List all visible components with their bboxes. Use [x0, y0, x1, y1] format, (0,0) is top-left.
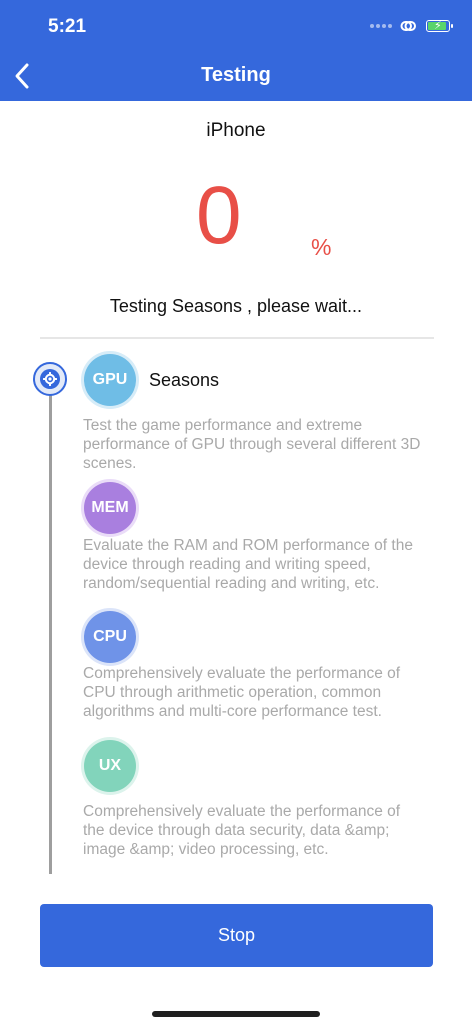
ux-badge: UX: [84, 740, 136, 792]
stop-button-label: Stop: [217, 925, 256, 945]
page-title: Testing: [201, 64, 271, 86]
gpu-badge-label: GPU: [92, 371, 128, 388]
home-indicator: [152, 1011, 320, 1017]
gpu-test-name: Seasons: [149, 370, 220, 390]
device-name: iPhone: [206, 120, 266, 141]
divider: [40, 337, 434, 339]
cpu-test-description: Comprehensively evaluate the performance…: [83, 665, 401, 721]
gpu-badge: GPU: [84, 354, 136, 406]
mem-badge: MEM: [84, 482, 136, 534]
app-header: 5:21 ⚡ Testing: [0, 0, 472, 101]
stop-button[interactable]: Stop: [40, 904, 433, 967]
current-step-marker: [33, 362, 67, 396]
progress-unit: %: [311, 234, 332, 260]
status-icons: ⚡: [370, 17, 453, 35]
ux-test-description: Comprehensively evaluate the performance…: [83, 803, 401, 859]
cpu-badge: CPU: [84, 611, 136, 663]
signal-icon: [370, 24, 392, 28]
link-icon: [400, 21, 416, 31]
mem-test-description: Evaluate the RAM and ROM performance of …: [83, 537, 413, 593]
ux-badge-label: UX: [98, 757, 122, 774]
cpu-badge-label: CPU: [93, 628, 127, 645]
gear-icon: [43, 372, 57, 386]
progress-value: 0: [196, 170, 242, 261]
testing-status-text: Testing Seasons , please wait...: [109, 296, 363, 316]
timeline-line: [49, 390, 52, 874]
status-time: 5:21: [48, 16, 87, 37]
mem-badge-label: MEM: [91, 499, 129, 516]
battery-icon: ⚡: [426, 20, 453, 32]
gpu-test-description: Test the game performance and extreme pe…: [83, 417, 421, 473]
